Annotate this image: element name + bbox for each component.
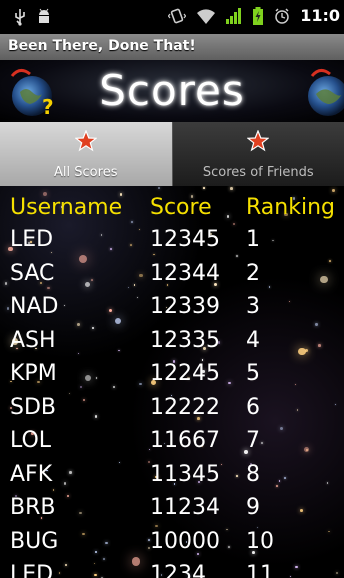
signal-icon bbox=[226, 7, 242, 25]
star-icon bbox=[246, 129, 270, 156]
cell-username: LED bbox=[10, 227, 54, 252]
cell-score: 10000 bbox=[150, 528, 220, 554]
column-header-ranking: Ranking bbox=[246, 195, 335, 220]
cell-score: 11234 bbox=[150, 495, 220, 520]
cell-score: 1234 bbox=[150, 562, 206, 578]
table-header-row: Username Score Ranking bbox=[0, 192, 344, 224]
alarm-icon bbox=[274, 7, 290, 25]
tab-all-scores[interactable]: All Scores bbox=[0, 122, 172, 186]
android-debug-icon bbox=[36, 8, 52, 26]
status-bar: 11:0 bbox=[0, 0, 344, 34]
table-row: AFK 11345 8 bbox=[0, 459, 344, 493]
cell-score: 12245 bbox=[150, 361, 220, 386]
table-row: LED 12345 1 bbox=[0, 224, 344, 258]
cell-username: LED bbox=[10, 562, 54, 578]
cell-score: 12344 bbox=[150, 260, 220, 286]
cell-ranking: 8 bbox=[246, 461, 260, 487]
table-row: SAC 12344 2 bbox=[0, 258, 344, 292]
cell-ranking: 5 bbox=[246, 361, 260, 386]
cell-ranking: 9 bbox=[246, 495, 260, 520]
page-title: Scores bbox=[99, 66, 245, 115]
column-header-username: Username bbox=[10, 195, 123, 220]
table-row: BRB 11234 9 bbox=[0, 492, 344, 526]
cell-score: 12339 bbox=[150, 294, 220, 319]
screen: 11:0 Been There, Done That! ? Scores All… bbox=[0, 0, 344, 578]
scores-table: Username Score Ranking LED 12345 1 SAC 12344… bbox=[0, 192, 344, 578]
table-body: LED 12345 1 SAC 12344 2 NAD 12339 3 ASH 12335 4 KPM 1… bbox=[0, 224, 344, 578]
table-row: ASH 12335 4 bbox=[0, 325, 344, 359]
table-row: KPM 12245 5 bbox=[0, 358, 344, 392]
cell-ranking: 2 bbox=[246, 260, 260, 286]
cell-username: SAC bbox=[10, 260, 55, 286]
cell-ranking: 11 bbox=[246, 562, 274, 578]
vibrate-icon bbox=[168, 7, 187, 25]
table-row: SDB 12222 6 bbox=[0, 392, 344, 426]
scores-header: ? Scores bbox=[0, 60, 344, 122]
cell-score: 11667 bbox=[150, 428, 220, 453]
cell-score: 11345 bbox=[150, 461, 220, 487]
cell-username: LOL bbox=[10, 428, 52, 453]
cell-username: KPM bbox=[10, 361, 57, 386]
cell-username: ASH bbox=[10, 327, 56, 353]
tabs: All Scores Scores of Friends bbox=[0, 122, 344, 186]
tab-scores-of-friends-label: Scores of Friends bbox=[202, 165, 314, 180]
cell-score: 12222 bbox=[150, 394, 220, 420]
cell-ranking: 3 bbox=[246, 294, 260, 319]
scores-list[interactable]: Username Score Ranking LED 12345 1 SAC 12344… bbox=[0, 186, 344, 578]
status-bar-left bbox=[14, 8, 52, 26]
table-row: LED 1234 11 bbox=[0, 559, 344, 578]
usb-icon bbox=[14, 8, 26, 26]
cell-username: AFK bbox=[10, 461, 53, 487]
cell-ranking: 1 bbox=[246, 227, 260, 252]
wifi-icon bbox=[196, 7, 216, 25]
cell-username: BRB bbox=[10, 495, 56, 520]
table-row: LOL 11667 7 bbox=[0, 425, 344, 459]
cell-ranking: 10 bbox=[246, 528, 274, 554]
cell-score: 12335 bbox=[150, 327, 220, 353]
app-title-bar: Been There, Done That! bbox=[0, 34, 344, 61]
column-header-score: Score bbox=[150, 195, 212, 220]
cell-username: NAD bbox=[10, 294, 59, 319]
cell-ranking: 4 bbox=[246, 327, 260, 353]
cell-username: BUG bbox=[10, 528, 59, 554]
battery-icon bbox=[252, 6, 264, 25]
cell-ranking: 7 bbox=[246, 428, 260, 453]
table-row: BUG 10000 10 bbox=[0, 526, 344, 560]
tab-scores-of-friends[interactable]: Scores of Friends bbox=[171, 122, 344, 186]
cell-score: 12345 bbox=[150, 227, 220, 252]
star-icon bbox=[74, 129, 98, 156]
cell-username: SDB bbox=[10, 394, 56, 420]
tab-all-scores-label: All Scores bbox=[54, 165, 118, 180]
app-title: Been There, Done That! bbox=[8, 38, 196, 54]
clock-time: 11:0 bbox=[300, 6, 340, 25]
table-row: NAD 12339 3 bbox=[0, 291, 344, 325]
status-bar-right: 11:0 bbox=[168, 6, 340, 25]
earth-logo-icon-right bbox=[306, 64, 344, 118]
cell-ranking: 6 bbox=[246, 394, 260, 420]
